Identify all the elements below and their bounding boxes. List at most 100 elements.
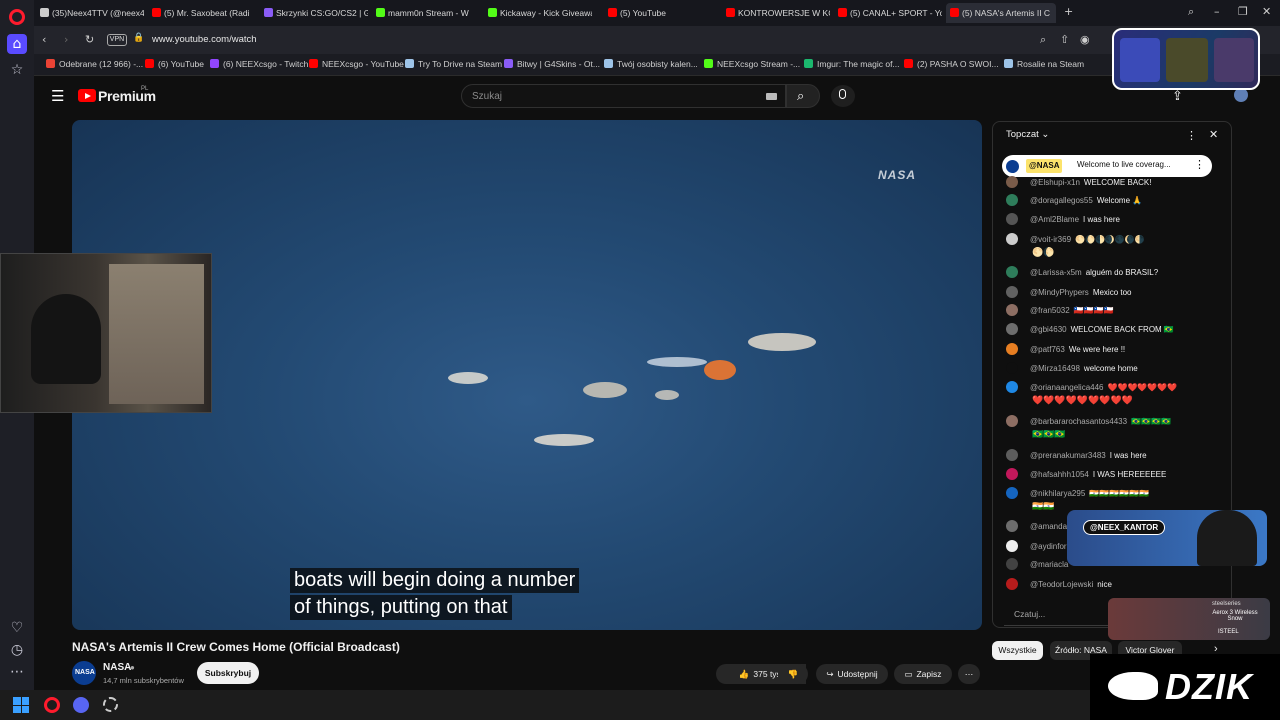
- chat-author[interactable]: @patf763: [1030, 345, 1065, 354]
- channel-name[interactable]: NASA: [103, 662, 131, 673]
- voice-search-button[interactable]: [831, 85, 855, 107]
- chat-author[interactable]: @mariacla: [1030, 560, 1068, 569]
- pinned-message[interactable]: @NASA Welcome to live coverag... ⋮: [1002, 155, 1212, 177]
- chat-avatar[interactable]: [1006, 415, 1018, 427]
- bookmark[interactable]: NEEXcsgo Stream -...: [704, 59, 800, 69]
- tab[interactable]: (5) Mr. Saxobeat (Radi: [148, 3, 256, 23]
- reload-icon[interactable]: ↻: [85, 33, 94, 46]
- discord-icon[interactable]: [73, 697, 89, 713]
- chat-author[interactable]: @barbararochasantos4433: [1030, 417, 1127, 426]
- chat-avatar[interactable]: [1006, 540, 1018, 552]
- chat-avatar[interactable]: [1006, 468, 1018, 480]
- share-button[interactable]: ↪ Udostępnij: [816, 664, 888, 684]
- tab[interactable]: KONTROWERSJE W KOŃC: [722, 3, 830, 23]
- back-icon[interactable]: ‹: [42, 33, 46, 46]
- bookmark[interactable]: Try To Drive na Steam: [405, 59, 502, 69]
- tab[interactable]: (5) CANAL+ SPORT - YouT: [834, 3, 942, 23]
- tab[interactable]: Skrzynki CS:GO/CS2 | G4S: [260, 3, 368, 23]
- url-field[interactable]: www.youtube.com/watch: [152, 34, 257, 45]
- chat-menu-icon[interactable]: ⋮: [1186, 129, 1197, 142]
- bookmark[interactable]: (2) PASHA O SWOI...: [904, 59, 999, 69]
- tab[interactable]: mamm0n Stream - W: [372, 3, 480, 23]
- chat-author[interactable]: @fran5032: [1030, 306, 1070, 315]
- chat-avatar[interactable]: [1006, 286, 1018, 298]
- bookmark[interactable]: (6) NEEXcsgo - Twitch: [210, 59, 308, 69]
- more-icon[interactable]: ⋯: [7, 662, 27, 682]
- tab[interactable]: Kickaway - Kick Giveaway: [484, 3, 592, 23]
- chat-avatar[interactable]: [1006, 558, 1018, 570]
- close-chat-icon[interactable]: ✕: [1209, 128, 1218, 141]
- camera-icon[interactable]: ◉: [1080, 33, 1090, 46]
- chat-avatar[interactable]: [1006, 381, 1018, 393]
- chat-author[interactable]: @MindyPhypers: [1030, 288, 1089, 297]
- share-icon[interactable]: ⇧: [1060, 33, 1069, 46]
- bookmark[interactable]: Rosalie na Steam: [1004, 59, 1084, 69]
- more-actions-button[interactable]: ⋯: [958, 664, 980, 684]
- chat-author[interactable]: @aydinfor: [1030, 542, 1067, 551]
- vpn-badge[interactable]: VPN: [107, 34, 127, 46]
- chip-all[interactable]: Wszystkie: [992, 641, 1043, 660]
- bookmark[interactable]: Imgur: The magic of...: [804, 59, 900, 69]
- bookmark[interactable]: Odebrane (12 966) -...: [46, 59, 143, 69]
- chat-avatar[interactable]: [1006, 266, 1018, 278]
- opera-logo-icon[interactable]: [9, 9, 25, 25]
- bookmark[interactable]: NEEXcsgo - YouTube: [309, 59, 404, 69]
- chat-author[interactable]: @orianaangelica446: [1030, 383, 1104, 392]
- home-icon[interactable]: ⌂: [7, 34, 27, 54]
- chat-author[interactable]: @voit-ir369: [1030, 235, 1071, 244]
- chat-avatar[interactable]: [1006, 304, 1018, 316]
- chat-avatar[interactable]: [1006, 362, 1018, 374]
- create-icon[interactable]: ⇪: [1172, 88, 1183, 104]
- chat-avatar[interactable]: [1006, 176, 1018, 188]
- search-page-icon[interactable]: ⌕: [1040, 33, 1046, 47]
- chat-author[interactable]: @TeodorLojewski: [1030, 580, 1093, 589]
- close-window-icon[interactable]: ✕: [1262, 5, 1271, 18]
- chat-mode-dropdown[interactable]: Topczat ⌄: [1006, 129, 1049, 140]
- chat-avatar[interactable]: [1006, 578, 1018, 590]
- search-tabs-icon[interactable]: ⌕: [1188, 5, 1194, 19]
- dislike-button[interactable]: 👎: [778, 664, 808, 684]
- avatar[interactable]: [1234, 88, 1248, 102]
- chat-avatar[interactable]: [1006, 520, 1018, 532]
- star-icon[interactable]: ☆: [7, 60, 27, 80]
- bookmark[interactable]: Bitwy | G4Skins - Ot...: [504, 59, 600, 69]
- subscribe-button[interactable]: Subskrybuj: [197, 662, 259, 684]
- minimize-icon[interactable]: –: [1214, 5, 1220, 18]
- chat-avatar[interactable]: [1006, 323, 1018, 335]
- app-icon[interactable]: [103, 697, 118, 712]
- chat-author[interactable]: @Larissa-x5m: [1030, 268, 1082, 277]
- menu-icon[interactable]: ☰: [51, 87, 64, 105]
- chat-avatar[interactable]: [1006, 233, 1018, 245]
- youtube-logo-icon[interactable]: [78, 89, 96, 102]
- forward-icon[interactable]: ›: [64, 33, 68, 46]
- chat-avatar[interactable]: [1006, 213, 1018, 225]
- chat-author[interactable]: @nikhilarya295: [1030, 489, 1085, 498]
- chat-author[interactable]: @preranakumar3483: [1030, 451, 1106, 460]
- chat-author[interactable]: @Elshupi-x1n: [1030, 178, 1080, 187]
- windows-start-icon[interactable]: [13, 697, 29, 713]
- tab-active[interactable]: (5) NASA's Artemis II C: [946, 3, 1056, 23]
- maximize-icon[interactable]: ❐: [1238, 5, 1248, 18]
- chat-author[interactable]: @amanda: [1030, 522, 1067, 531]
- history-icon[interactable]: ◷: [7, 640, 27, 660]
- pinned-menu-icon[interactable]: ⋮: [1194, 158, 1205, 171]
- opera-taskbar-icon[interactable]: [44, 697, 60, 713]
- chat-author[interactable]: @Mirza16498: [1030, 364, 1080, 373]
- heart-icon[interactable]: ♡: [7, 618, 27, 638]
- chat-avatar[interactable]: [1006, 487, 1018, 499]
- chat-author[interactable]: @hafsahhh1054: [1030, 470, 1089, 479]
- bookmark[interactable]: Twój osobisty kalen...: [604, 59, 698, 69]
- chat-avatar[interactable]: [1006, 449, 1018, 461]
- chat-avatar[interactable]: [1006, 194, 1018, 206]
- keyboard-icon[interactable]: [766, 93, 777, 100]
- chat-author[interactable]: @Aml2Blame: [1030, 215, 1079, 224]
- chat-author[interactable]: @gbi4630: [1030, 325, 1067, 334]
- bookmark[interactable]: (6) YouTube: [145, 59, 204, 69]
- tab[interactable]: (5) YouTube: [604, 3, 714, 23]
- save-button[interactable]: ▭ Zapisz: [894, 664, 952, 684]
- chat-author[interactable]: @doragallegos55: [1030, 196, 1093, 205]
- search-input[interactable]: [472, 89, 752, 104]
- channel-avatar[interactable]: NASA: [72, 661, 96, 685]
- chat-avatar[interactable]: [1006, 343, 1018, 355]
- new-tab-icon[interactable]: +: [1064, 5, 1073, 18]
